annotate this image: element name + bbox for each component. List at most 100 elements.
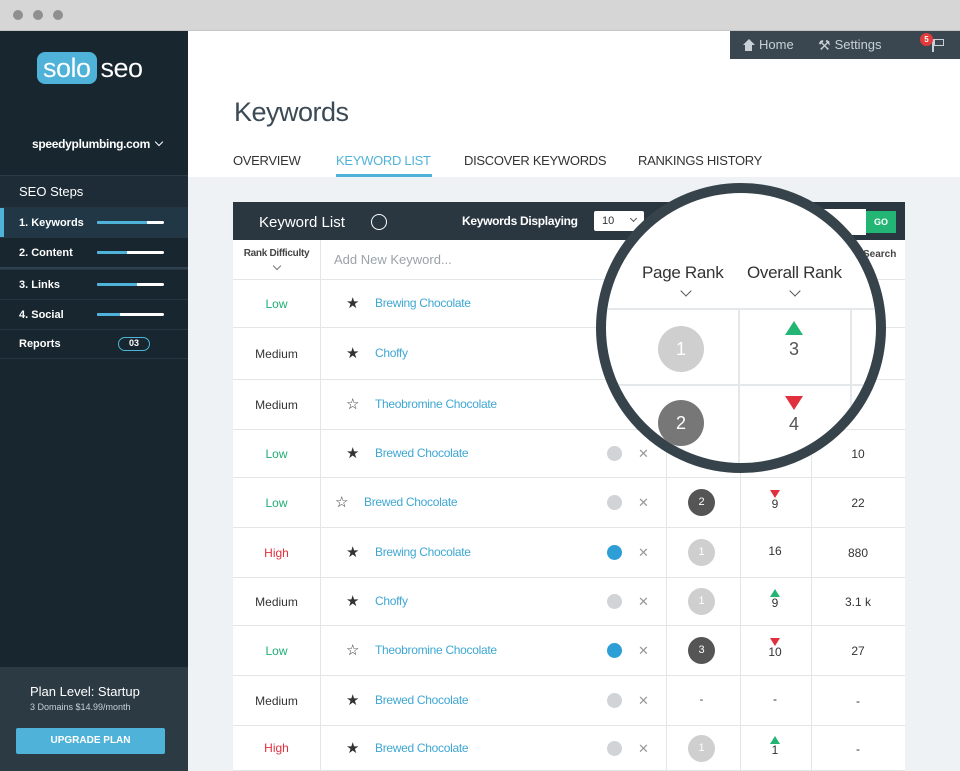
- cell-divider: [740, 726, 741, 770]
- logo-solo: solo: [37, 52, 97, 84]
- overall-rank-value: 3: [788, 339, 799, 359]
- keyword-link[interactable]: Brewed Chocolate: [375, 446, 469, 460]
- page-rank-badge: 1: [658, 326, 704, 372]
- star-filled-icon[interactable]: ★: [346, 691, 359, 709]
- reports-count-badge: 03: [118, 337, 150, 351]
- globe-icon[interactable]: [607, 693, 622, 708]
- domain-name: speedyplumbing.com: [32, 137, 150, 151]
- cell-divider: [740, 478, 741, 527]
- table-row: Medium ★ Brewed Chocolate ✕ - - -: [233, 676, 905, 726]
- cell-divider: [666, 676, 667, 725]
- add-keyword-input[interactable]: Add New Keyword...: [321, 240, 621, 280]
- globe-icon[interactable]: [607, 740, 622, 756]
- remove-keyword-icon[interactable]: ✕: [638, 643, 649, 659]
- keyword-link[interactable]: Choffy: [375, 594, 408, 608]
- star-filled-icon[interactable]: ★: [346, 344, 359, 362]
- globe-icon[interactable]: [607, 446, 622, 461]
- search-volume-value: -: [856, 741, 860, 756]
- overall-rank-cell: 9: [750, 490, 800, 511]
- flag-cloth: [934, 39, 944, 46]
- star-filled-icon[interactable]: ★: [346, 592, 359, 610]
- cell-divider: [811, 726, 812, 770]
- overall-rank-cell: 9: [750, 589, 800, 610]
- overall-rank-value: 16: [768, 544, 782, 558]
- top-nav: Home ⚒ Settings 5: [730, 31, 960, 59]
- keyword-link[interactable]: Brewing Chocolate: [375, 545, 471, 559]
- rank-difficulty-value: Medium: [233, 578, 321, 625]
- overall-rank-cell: 3: [774, 321, 814, 360]
- chevron-down-icon: [629, 214, 638, 223]
- keyword-link[interactable]: Brewing Chocolate: [375, 296, 471, 310]
- tab-rankings-history[interactable]: RANKINGS HISTORY: [638, 153, 762, 168]
- window-dot-icon: [33, 10, 43, 20]
- cell-divider: [666, 478, 667, 527]
- page-rank-header[interactable]: Page Rank: [642, 263, 724, 283]
- remove-keyword-icon[interactable]: ✕: [638, 446, 649, 462]
- keyword-link[interactable]: Brewed Chocolate: [375, 693, 469, 707]
- star-outline-icon[interactable]: ☆: [346, 641, 359, 659]
- star-filled-icon[interactable]: ★: [346, 543, 359, 561]
- globe-icon[interactable]: [607, 545, 622, 560]
- cell-divider: [740, 676, 741, 725]
- progress-fill: [97, 313, 121, 316]
- panel-title: Keyword List: [259, 214, 345, 231]
- table-row: Medium ★ Choffy ✕ 1 9 3.1 k: [233, 578, 905, 626]
- domain-select[interactable]: speedyplumbing.com: [32, 137, 164, 151]
- page-rank-badge: -: [699, 694, 704, 706]
- home-icon: [742, 38, 755, 51]
- star-filled-icon[interactable]: ★: [346, 294, 359, 312]
- keyword-link[interactable]: Brewed Chocolate: [375, 741, 469, 755]
- tab-discover-keywords[interactable]: DISCOVER KEYWORDS: [464, 153, 607, 168]
- keyword-link[interactable]: Theobromine Chocolate: [375, 643, 497, 657]
- star-outline-icon[interactable]: ☆: [346, 395, 359, 413]
- go-button[interactable]: GO: [866, 211, 896, 233]
- cell-divider: [666, 626, 667, 675]
- sidebar-item-keywords[interactable]: 1. Keywords: [0, 207, 188, 237]
- info-circle-icon[interactable]: [371, 214, 387, 230]
- rank-difficulty-header[interactable]: Rank Difficulty: [233, 240, 321, 280]
- sidebar-item-links[interactable]: 3. Links: [0, 269, 188, 299]
- rank-difficulty-value: Low: [233, 430, 321, 477]
- page-title: Keywords: [234, 97, 349, 127]
- search-volume-value: 27: [851, 644, 865, 658]
- settings-label: Settings: [834, 37, 882, 52]
- remove-keyword-icon[interactable]: ✕: [638, 495, 649, 511]
- overall-rank-value: 4: [788, 414, 799, 434]
- remove-keyword-icon[interactable]: ✕: [638, 594, 649, 610]
- star-filled-icon[interactable]: ★: [346, 444, 359, 462]
- divider: [606, 308, 876, 310]
- cell-divider: [811, 478, 812, 527]
- plan-price: 3 Domains $14.99/month: [30, 702, 131, 712]
- sidebar-item-content[interactable]: 2. Content: [0, 237, 188, 267]
- globe-icon[interactable]: [607, 495, 622, 510]
- keyword-link[interactable]: Choffy: [375, 346, 408, 360]
- home-link[interactable]: Home: [742, 37, 794, 52]
- sidebar-item-social[interactable]: 4. Social: [0, 299, 188, 329]
- page-rank-badge: 1: [688, 588, 715, 615]
- settings-link[interactable]: ⚒ Settings: [818, 37, 882, 52]
- sidebar-item-reports[interactable]: Reports 03: [0, 329, 188, 359]
- tools-icon: ⚒: [818, 36, 831, 53]
- star-filled-icon[interactable]: ★: [346, 739, 359, 757]
- remove-keyword-icon[interactable]: ✕: [638, 545, 649, 561]
- logo[interactable]: solo seo: [37, 52, 143, 84]
- rank-difficulty-value: Low: [233, 280, 321, 327]
- globe-icon[interactable]: [607, 594, 622, 609]
- star-outline-icon[interactable]: ☆: [335, 493, 348, 511]
- keyword-link[interactable]: Brewed Chocolate: [364, 495, 458, 509]
- tab-overview[interactable]: OVERVIEW: [233, 153, 301, 168]
- cell-divider: [811, 626, 812, 675]
- progress-bar: [97, 251, 164, 254]
- rank-difficulty-value: Low: [233, 478, 321, 527]
- rank-difficulty-value: High: [233, 528, 321, 577]
- overall-rank-header[interactable]: Overall Rank: [747, 263, 842, 283]
- overall-rank-cell: 1: [750, 735, 800, 757]
- tab-keyword-list[interactable]: KEYWORD LIST: [336, 153, 431, 168]
- plan-panel: Plan Level: Startup 3 Domains $14.99/mon…: [0, 667, 188, 771]
- page-rank-badge: 2: [658, 400, 704, 446]
- remove-keyword-icon[interactable]: ✕: [638, 741, 649, 757]
- keyword-link[interactable]: Theobromine Chocolate: [375, 397, 497, 411]
- globe-icon[interactable]: [607, 643, 622, 658]
- remove-keyword-icon[interactable]: ✕: [638, 693, 649, 709]
- upgrade-plan-button[interactable]: UPGRADE PLAN: [16, 728, 165, 754]
